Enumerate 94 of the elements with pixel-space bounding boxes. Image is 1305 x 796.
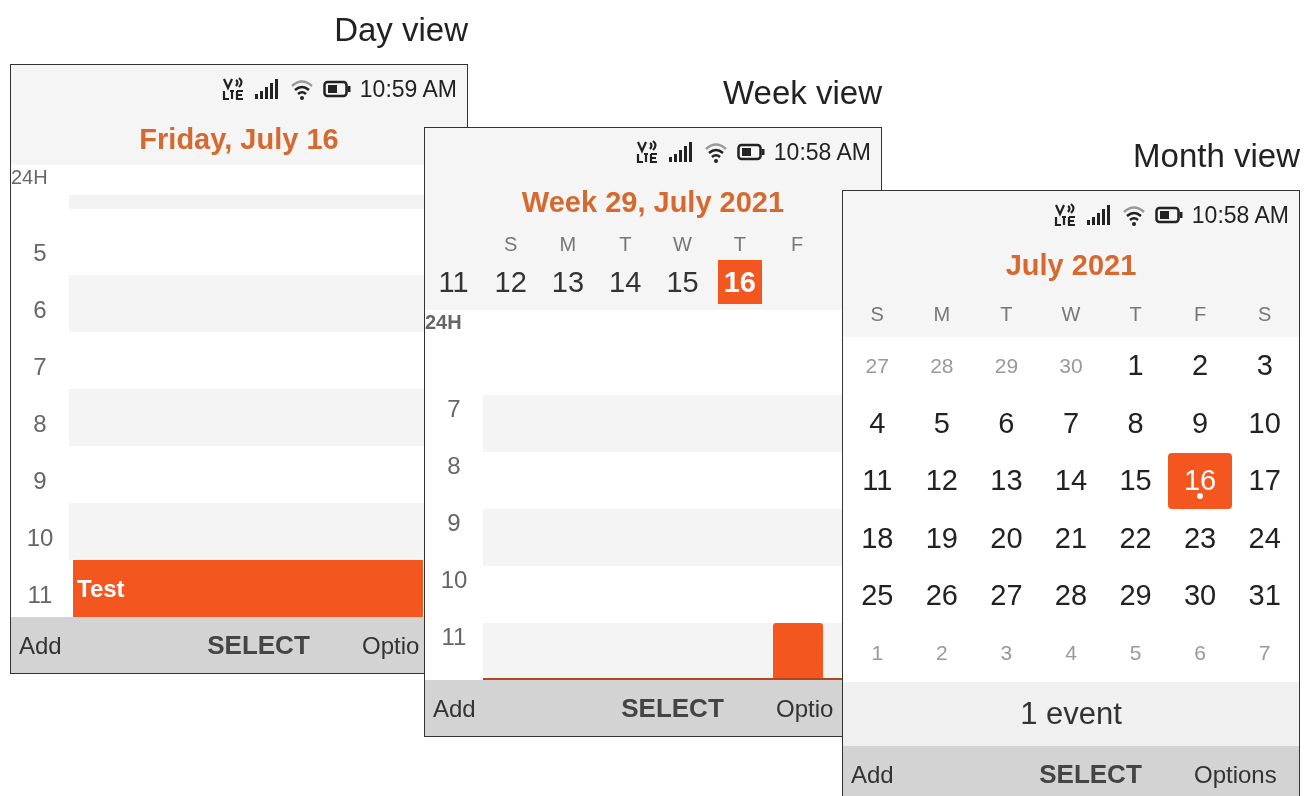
volte-icon — [221, 77, 246, 101]
hour-label: 11 — [27, 581, 53, 609]
calendar-day[interactable]: 31 — [1232, 567, 1297, 624]
weekday-letter: T — [618, 232, 633, 257]
hour-label: 8 — [33, 410, 47, 438]
battery-icon — [736, 143, 765, 161]
signal-icon — [1086, 205, 1113, 225]
view-caption: Month view — [1133, 136, 1300, 176]
calendar-day[interactable]: 8 — [1103, 395, 1168, 452]
weekday-letter: M — [558, 232, 578, 257]
calendar-day[interactable]: 2 — [1168, 337, 1233, 394]
calendar-day[interactable]: 18 — [845, 510, 910, 567]
event-block[interactable] — [773, 623, 823, 678]
calendar-day[interactable]: 22 — [1103, 510, 1168, 567]
calendar-day[interactable]: 7 — [1039, 395, 1103, 452]
calendar-day[interactable]: 5 — [909, 395, 974, 452]
clock-format-label: 24H — [425, 310, 462, 333]
battery-icon — [1154, 206, 1183, 224]
calendar-day[interactable]: 25 — [845, 567, 910, 624]
weekday-letter: F — [1193, 302, 1208, 326]
clock-format-label: 24H — [11, 165, 49, 189]
status-time: 10:58 AM — [1191, 201, 1289, 229]
week-date[interactable]: 15 — [660, 260, 705, 304]
hour-label: 10 — [440, 566, 468, 594]
calendar-day[interactable]: 3 — [1232, 337, 1297, 394]
weekday-letter: S — [869, 302, 885, 326]
view-title: Friday, July 16 — [139, 124, 339, 154]
calendar-day[interactable]: 30 — [1168, 567, 1233, 624]
calendar-day[interactable]: 1 — [1103, 337, 1168, 394]
hour-label: 9 — [33, 467, 47, 495]
select-softkey[interactable]: SELECT — [621, 693, 724, 724]
week-date[interactable]: 12 — [488, 260, 533, 304]
week-date[interactable]: 14 — [603, 260, 648, 304]
hour-label: 7 — [33, 353, 47, 381]
select-softkey[interactable]: SELECT — [207, 630, 310, 661]
hour-label: 11 — [441, 623, 467, 651]
status-time: 10:59 AM — [359, 75, 457, 103]
calendar-day[interactable]: 14 — [1039, 452, 1103, 509]
wifi-icon — [703, 141, 728, 163]
weekday-letter: S — [502, 232, 519, 257]
battery-icon — [322, 80, 351, 98]
add-softkey[interactable]: Add — [843, 760, 894, 789]
week-date[interactable]: 13 — [545, 260, 591, 304]
signal-icon — [668, 142, 695, 162]
calendar-day[interactable]: 6 — [974, 395, 1039, 452]
volte-icon — [1053, 203, 1078, 227]
hour-label: 9 — [447, 509, 461, 537]
hour-label: 10 — [26, 524, 54, 552]
calendar-day[interactable]: 24 — [1232, 510, 1297, 567]
options-softkey[interactable]: Optio — [356, 631, 420, 660]
calendar-day[interactable]: 13 — [974, 452, 1039, 509]
weekday-letter: S — [1257, 302, 1273, 326]
event-count: 1 event — [1020, 696, 1122, 732]
status-time: 10:58 AM — [773, 138, 871, 166]
calendar-day[interactable]: 23 — [1168, 510, 1233, 567]
hour-label: 6 — [33, 296, 47, 324]
weekday-letter: W — [1060, 302, 1082, 326]
weekday-letter: F — [790, 232, 805, 257]
select-softkey[interactable]: SELECT — [1039, 759, 1142, 790]
hour-label: 7 — [447, 395, 461, 423]
calendar-day[interactable]: 29 — [1103, 567, 1168, 624]
calendar-day[interactable]: 26 — [909, 567, 974, 624]
view-title: Week 29, July 2021 — [521, 187, 785, 217]
view-title: July 2021 — [1005, 250, 1137, 280]
calendar-day[interactable]: 10 — [1232, 395, 1297, 452]
calendar-day[interactable]: 17 — [1232, 452, 1297, 509]
hour-label: 8 — [447, 452, 461, 480]
calendar-day[interactable]: 11 — [845, 452, 910, 509]
add-softkey[interactable]: Add — [11, 631, 62, 660]
view-caption: Day view — [334, 10, 468, 50]
calendar-day[interactable]: 9 — [1168, 395, 1233, 452]
week-date[interactable]: 11 — [432, 260, 475, 304]
calendar-day[interactable]: 4 — [845, 395, 910, 452]
volte-icon — [635, 140, 660, 164]
view-caption: Week view — [723, 73, 882, 113]
weekday-letter: T — [732, 232, 747, 257]
weekday-letter: T — [1128, 302, 1143, 326]
wifi-icon — [1121, 204, 1146, 226]
options-softkey[interactable]: Optio — [770, 694, 834, 723]
calendar-day[interactable]: 15 — [1103, 452, 1168, 509]
add-softkey[interactable]: Add — [425, 694, 476, 723]
weekday-letter: M — [932, 302, 952, 326]
calendar-day[interactable]: 28 — [1039, 567, 1103, 624]
calendar-day[interactable]: 21 — [1039, 510, 1103, 567]
weekday-letter: W — [672, 232, 693, 257]
wifi-icon — [289, 78, 314, 100]
weekday-letter: T — [999, 302, 1014, 326]
calendar-day[interactable]: 19 — [909, 510, 974, 567]
calendar-day[interactable]: 20 — [974, 510, 1039, 567]
options-softkey[interactable]: Options — [1188, 760, 1277, 789]
hour-label: 5 — [33, 239, 47, 267]
signal-icon — [254, 79, 281, 99]
calendar-day[interactable]: 27 — [974, 567, 1039, 624]
calendar-day[interactable]: 12 — [909, 452, 974, 509]
